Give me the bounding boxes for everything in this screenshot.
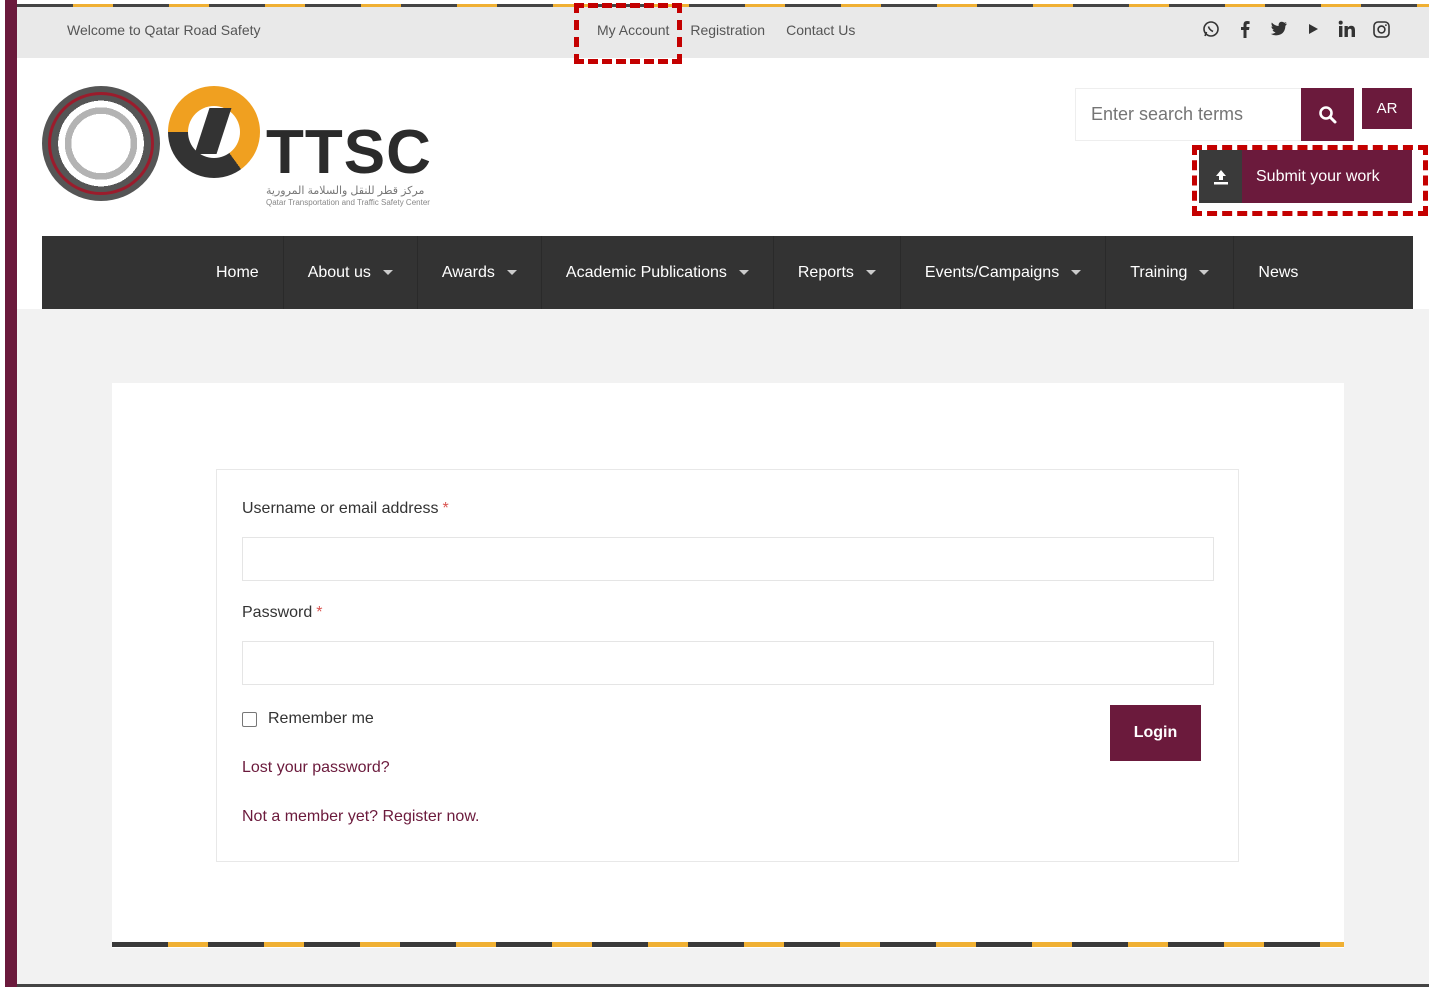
youtube-play-icon[interactable] bbox=[1304, 19, 1322, 39]
password-input[interactable] bbox=[243, 642, 1213, 684]
nav-item-events-campaigns[interactable]: Events/Campaigns bbox=[901, 236, 1107, 309]
logo-subtitle-en: Qatar Transportation and Traffic Safety … bbox=[266, 198, 430, 207]
nav-item-training[interactable]: Training bbox=[1106, 236, 1235, 309]
linkedin-icon[interactable] bbox=[1338, 19, 1356, 39]
ttsc-logo-mark bbox=[168, 86, 260, 178]
logo-subtitle-ar: مركز قطر للنقل والسلامة المرورية bbox=[266, 185, 425, 197]
card-bottom-stripe bbox=[112, 942, 1344, 947]
traffic-committee-seal bbox=[42, 86, 160, 201]
username-label: Username or email address * bbox=[242, 500, 449, 518]
remember-me: Remember me bbox=[242, 710, 374, 728]
caret-down-icon bbox=[382, 270, 393, 275]
nav-label: Reports bbox=[797, 263, 854, 281]
nav-label: Events/Campaigns bbox=[924, 263, 1060, 281]
social-links bbox=[1202, 19, 1390, 39]
password-label-text: Password bbox=[242, 604, 313, 621]
password-label: Password * bbox=[242, 604, 322, 622]
username-input[interactable] bbox=[243, 538, 1213, 580]
required-mark: * bbox=[442, 500, 449, 517]
nav-label: About us bbox=[307, 263, 371, 281]
nav-label: Training bbox=[1130, 263, 1188, 281]
lost-password-link[interactable]: Lost your password? bbox=[242, 759, 390, 777]
main-nav: Home About us Awards Academic Publicatio… bbox=[42, 236, 1413, 309]
remember-me-label: Remember me bbox=[268, 710, 374, 727]
remember-me-checkbox[interactable] bbox=[242, 711, 257, 727]
nav-item-academic-publications[interactable]: Academic Publications bbox=[542, 236, 774, 309]
instagram-icon[interactable] bbox=[1372, 19, 1390, 39]
register-link[interactable]: Not a member yet? Register now. bbox=[242, 808, 479, 826]
caret-down-icon bbox=[506, 270, 517, 275]
caret-down-icon bbox=[738, 270, 749, 275]
search-button[interactable] bbox=[1301, 88, 1354, 141]
whatsapp-icon[interactable] bbox=[1202, 19, 1220, 39]
caret-down-icon bbox=[865, 270, 876, 275]
left-brand-bar bbox=[5, 0, 17, 987]
nav-label: Home bbox=[216, 263, 259, 281]
login-form: Username or email address * Password * Rem… bbox=[216, 469, 1239, 862]
page: Welcome to Qatar Road Safety My Account … bbox=[17, 0, 1429, 987]
password-field-wrap bbox=[242, 641, 1214, 685]
caret-down-icon bbox=[1071, 270, 1082, 275]
username-label-text: Username or email address bbox=[242, 500, 439, 517]
caret-down-icon bbox=[1199, 270, 1210, 275]
top-bar: Welcome to Qatar Road Safety My Account … bbox=[17, 7, 1429, 58]
nav-item-home[interactable]: Home bbox=[192, 236, 284, 309]
arabic-language-button[interactable]: AR bbox=[1362, 88, 1412, 129]
nav-item-news[interactable]: News bbox=[1234, 236, 1322, 309]
username-field-wrap bbox=[242, 537, 1214, 581]
search-box bbox=[1075, 88, 1303, 141]
nav-label: News bbox=[1258, 263, 1299, 281]
nav-item-awards[interactable]: Awards bbox=[418, 236, 542, 309]
facebook-icon[interactable] bbox=[1236, 19, 1254, 39]
submit-work-highlight bbox=[1192, 145, 1428, 216]
welcome-text: Welcome to Qatar Road Safety bbox=[67, 22, 261, 38]
logo-title: TTSC bbox=[266, 118, 432, 187]
required-mark: * bbox=[316, 604, 323, 621]
twitter-icon[interactable] bbox=[1270, 19, 1288, 39]
search-icon bbox=[1318, 105, 1336, 123]
nav-label: Academic Publications bbox=[565, 263, 727, 281]
registration-link[interactable]: Registration bbox=[690, 22, 765, 38]
site-logo[interactable]: TTSC مركز قطر للنقل والسلامة المرورية Qa… bbox=[42, 84, 442, 214]
contact-us-link[interactable]: Contact Us bbox=[786, 22, 855, 38]
nav-item-reports[interactable]: Reports bbox=[774, 236, 901, 309]
search-input[interactable] bbox=[1076, 89, 1302, 140]
my-account-highlight bbox=[574, 3, 682, 64]
login-button[interactable]: Login bbox=[1110, 705, 1201, 761]
nav-label: Awards bbox=[441, 263, 495, 281]
nav-item-about-us[interactable]: About us bbox=[284, 236, 418, 309]
